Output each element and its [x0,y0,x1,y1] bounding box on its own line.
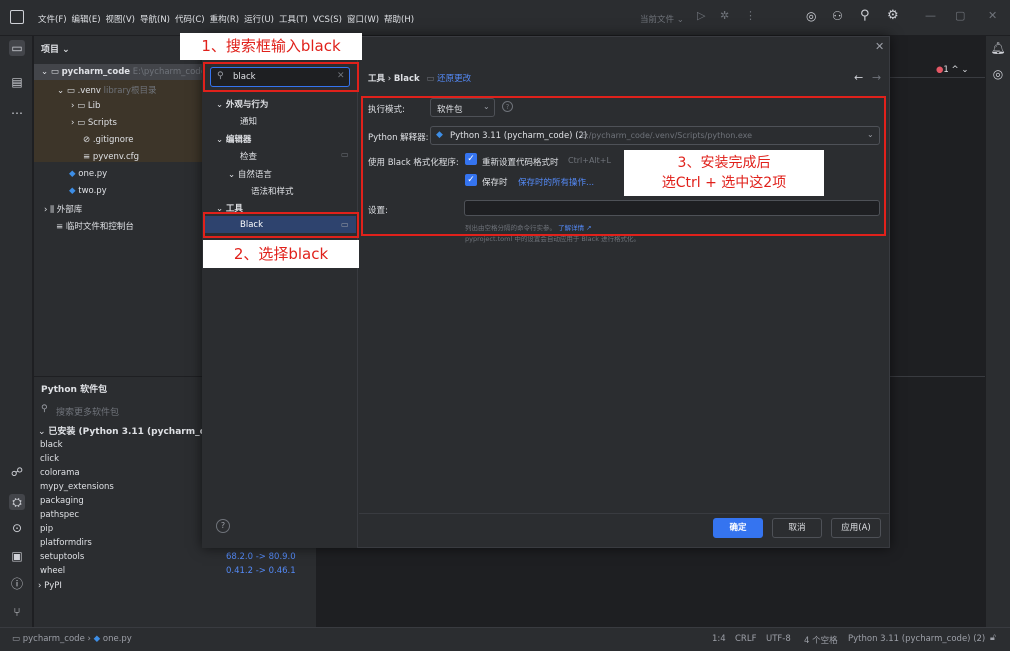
dialog-close-icon[interactable]: ✕ [875,40,884,53]
apply-button[interactable]: 应用(A) [831,518,881,538]
status-encoding[interactable]: UTF-8 [766,634,791,644]
left-tool-strip: ▭ ▤ … ☍ ⛭ ⊙ ▣ ⓘ ⑂ [0,36,33,627]
pypi-group[interactable]: › PyPI [38,581,62,591]
menu-run[interactable]: 运行(U) [244,15,274,25]
add-user-icon[interactable]: ⚇ [832,9,843,23]
nav-editor[interactable]: ⌄ 编辑器 [216,133,251,145]
tree-lib[interactable]: › ▭ Lib [71,101,100,111]
annotation-box-black [203,212,359,238]
menu-refactor[interactable]: 重构(R) [210,15,240,25]
tree-scripts[interactable]: › ▭ Scripts [71,118,117,128]
ai-icon[interactable]: ◎ [806,9,816,23]
packages-title: Python 软件包 [41,385,108,395]
packages-search-input[interactable]: 搜索更多软件包 [56,405,119,418]
package-item[interactable]: pathspec [40,510,79,520]
terminal-icon[interactable]: ▣ [9,548,25,564]
help-button[interactable]: ? [216,519,230,533]
nav-natural-languages[interactable]: ⌄ 自然语言 [228,168,272,180]
git-icon[interactable]: ⑂ [9,604,25,620]
package-item[interactable]: packaging [40,496,84,506]
maximize-icon[interactable]: ▢ [955,9,965,22]
breadcrumb: 工具 › Black ▭ 还原更改 [368,74,472,84]
callout-step1: 1、搜索框输入black [180,33,362,60]
status-line-ending[interactable]: CRLF [735,634,756,644]
reset-link[interactable]: 还原更改 [437,74,471,84]
tree-one-py[interactable]: ◆ one.py [69,169,107,179]
package-item[interactable]: mypy_extensions [40,482,114,492]
callout-step2: 2、选择black [203,240,359,268]
dialog-separator [359,513,889,514]
debug-icon[interactable]: ✲ [720,9,729,22]
right-tool-strip: 🔔︎ ◎ [985,36,1010,627]
nav-grammar-style[interactable]: 语法和样式 [251,185,294,197]
nav-inspections-scope-icon: ▭ [341,150,349,159]
tree-scratches[interactable]: ≡ 临时文件和控制台 [56,220,134,232]
nav-appearance[interactable]: ⌄ 外观与行为 [216,98,268,110]
menu-vcs[interactable]: VCS(S) [313,15,342,25]
app-logo-icon [10,10,24,24]
package-item[interactable]: platformdirs [40,538,92,548]
annotation-box-search [203,62,359,92]
run-icon[interactable]: ▷ [697,9,705,22]
lock-icon[interactable]: 🔓︎ [990,633,996,643]
scope-icon: ▭ [426,74,435,84]
package-item[interactable]: colorama [40,468,80,478]
status-breadcrumb[interactable]: ▭ pycharm_code › ◆ one.py [12,634,132,644]
setuptools-version: 68.2.0 -> 80.9.0 [226,552,296,562]
menu-tools[interactable]: 工具(T) [279,15,308,25]
search-icon[interactable]: ⚲ [860,8,870,23]
packages-search-icon: ⚲ [41,404,48,414]
error-indicator[interactable]: ●1 ^ ⌄ [936,65,969,75]
status-position[interactable]: 1:4 [712,634,726,644]
wheel-version: 0.41.2 -> 0.46.1 [226,566,296,576]
status-bar: ▭ pycharm_code › ◆ one.py 1:4 CRLF UTF-8… [0,627,1010,651]
more-tools-icon[interactable]: … [9,102,25,118]
menu-help[interactable]: 帮助(H) [384,15,414,25]
project-header[interactable]: 项目 ⌄ [41,42,70,55]
menu-edit[interactable]: 编辑(E) [72,15,101,25]
callout-step3: 3、安装完成后 选Ctrl + 选中这2项 [624,150,824,196]
menu-code[interactable]: 代码(C) [175,15,205,25]
package-item[interactable]: setuptools [40,552,84,562]
package-item[interactable]: wheel [40,566,65,576]
notifications-bell-icon[interactable]: 🔔︎ [990,40,1006,56]
ai-assistant-icon[interactable]: ◎ [990,66,1006,82]
menu-window[interactable]: 窗口(W) [347,15,379,25]
menu-view[interactable]: 视图(V) [106,15,135,25]
tree-gitignore[interactable]: ⊘ .gitignore [83,135,134,145]
tree-root[interactable]: ⌄ ▭ pycharm_code E:\pycharm_code [41,67,206,77]
cancel-button[interactable]: 取消 [772,518,822,538]
status-interpreter[interactable]: Python 3.11 (pycharm_code) (2) [848,634,985,644]
package-item[interactable]: black [40,440,63,450]
tree-two-py[interactable]: ◆ two.py [69,186,107,196]
nav-inspections[interactable]: 检查 [240,150,257,162]
more-icon[interactable]: ⋮ [745,9,756,22]
package-item[interactable]: click [40,454,59,464]
tree-venv[interactable]: ⌄ ▭ .venv library根目录 [57,84,157,96]
close-window-icon[interactable]: ✕ [988,9,997,22]
back-arrow-icon[interactable]: ← [854,71,863,84]
minimize-icon[interactable]: — [925,9,936,22]
main-menu: 文件(F) 编辑(E) 视图(V) 导航(N) 代码(C) 重构(R) 运行(U) 工具(T)… [38,13,419,25]
forward-arrow-icon[interactable]: → [872,71,881,84]
python-console-icon[interactable]: ☍ [9,464,25,480]
settings-nav [202,57,358,548]
package-item[interactable]: pip [40,524,53,534]
problems-icon[interactable]: ⓘ [9,576,25,592]
status-indent[interactable]: 4 个空格 [804,634,838,646]
services-icon[interactable]: ⊙ [9,520,25,536]
python-packages-icon[interactable]: ⛭ [9,494,25,510]
menu-file[interactable]: 文件(F) [38,15,67,25]
structure-icon[interactable]: ▤ [9,74,25,90]
project-folder-icon[interactable]: ▭ [9,40,25,56]
tree-pyvenv[interactable]: ≡ pyvenv.cfg [83,152,139,162]
settings-gear-icon[interactable]: ⚙ [887,8,899,23]
title-bar: 文件(F) 编辑(E) 视图(V) 导航(N) 代码(C) 重构(R) 运行(U) 工具(T)… [0,0,1010,36]
tree-external-libs[interactable]: › ⫼ 外部库 [44,203,82,215]
nav-notifications[interactable]: 通知 [240,115,257,127]
ok-button[interactable]: 确定 [713,518,763,538]
run-config-selector[interactable]: 当前文件 ⌄ [640,13,684,25]
menu-navigate[interactable]: 导航(N) [140,15,170,25]
